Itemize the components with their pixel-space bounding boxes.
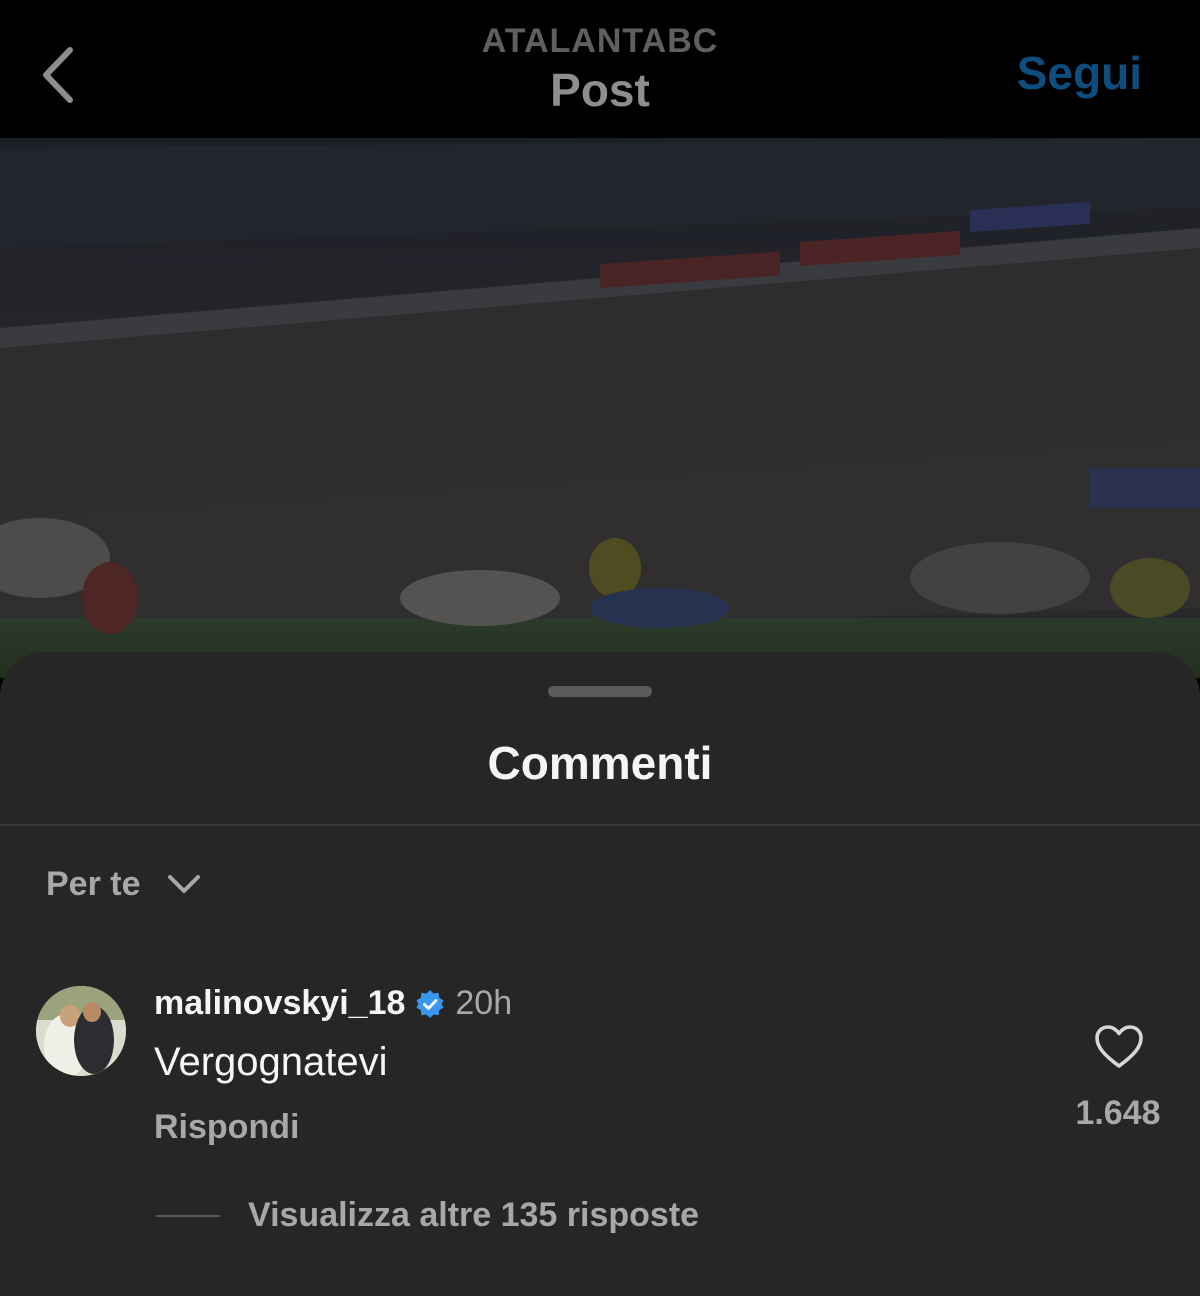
comment-item: malinovskyi_18 20h Vergognatevi Rispondi…: [0, 980, 1200, 1170]
comment-text: Vergognatevi: [154, 1040, 388, 1084]
comment-header: malinovskyi_18 20h: [154, 984, 512, 1023]
verified-badge-icon: [416, 989, 444, 1018]
replies-divider-line: [156, 1214, 220, 1217]
header-title-block: ATALANTABC Post: [300, 22, 900, 117]
post-comments-screen: ATALANTABC Post Segui Commenti Per te ma…: [0, 0, 1200, 1296]
page-title: Post: [550, 64, 650, 116]
comments-title: Commenti: [487, 737, 713, 789]
follow-button[interactable]: Segui: [1017, 46, 1142, 100]
chevron-down-icon: [167, 875, 200, 893]
sort-label: Per te: [46, 864, 141, 903]
sort-dropdown[interactable]: Per te: [46, 860, 201, 908]
account-name: ATALANTABC: [481, 22, 719, 60]
back-button[interactable]: [30, 40, 86, 110]
comment-timestamp: 20h: [455, 984, 513, 1022]
top-navigation-bar: ATALANTABC Post Segui: [0, 0, 1200, 138]
like-count: 1.648: [1075, 1094, 1161, 1132]
avatar[interactable]: [36, 986, 126, 1076]
chevron-left-icon: [43, 47, 73, 103]
divider: [0, 824, 1200, 826]
post-media-image: [0, 138, 1200, 678]
view-replies-label: Visualizza altre 135 risposte: [248, 1196, 700, 1234]
comment-username[interactable]: malinovskyi_18: [154, 984, 405, 1023]
reply-button[interactable]: Rispondi: [154, 1108, 299, 1147]
comments-sheet: Commenti Per te malinovskyi_18 20h Vergo…: [0, 652, 1200, 1296]
heart-icon[interactable]: [1094, 1024, 1144, 1070]
sheet-drag-handle[interactable]: [548, 686, 652, 697]
view-replies-button[interactable]: Visualizza altre 135 risposte: [156, 1196, 699, 1235]
